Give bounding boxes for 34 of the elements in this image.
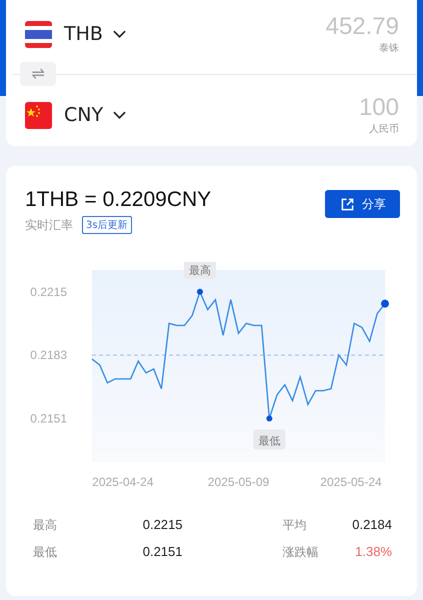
x-axis-label: 2025-05-24 <box>320 475 382 489</box>
caret-icon <box>113 111 126 119</box>
share-button[interactable]: 分享 <box>325 190 400 218</box>
x-axis-label: 2025-04-24 <box>92 475 154 489</box>
currency-selector[interactable]: THB <box>64 23 126 45</box>
rate-caption: 实时汇率 <box>25 216 73 234</box>
low-label: 最低 <box>253 429 286 450</box>
stat-label: 平均 <box>282 517 306 534</box>
x-axis-label: 2025-05-09 <box>208 475 270 489</box>
stat-label: 最高 <box>33 517 57 534</box>
annotation: 最高 <box>188 264 211 277</box>
star-flag-icon <box>25 102 52 128</box>
exchange-rate: 1THB = 0.2209CNY <box>25 188 212 212</box>
low-point <box>266 415 272 422</box>
y-axis-label: 0.2151 <box>30 411 67 426</box>
y-axis-label: 0.2183 <box>30 348 67 362</box>
striped-flag-icon <box>25 20 52 48</box>
high-label: 最高 <box>184 262 216 279</box>
caret-icon <box>112 30 126 38</box>
stat-value: 0.2184 <box>352 517 392 534</box>
stat-value: 1.38% <box>355 544 392 561</box>
currency-name: 人民币 <box>369 122 399 136</box>
update-badge: 3s后更新 <box>82 216 132 234</box>
annotation: 最低 <box>258 434 280 448</box>
y-axis-label: 0.2215 <box>30 284 67 299</box>
high-point <box>196 288 203 295</box>
current-point <box>381 300 389 308</box>
currency-name: 泰铢 <box>379 42 399 55</box>
currency-selector[interactable]: CNY <box>64 104 126 126</box>
stat-value: 0.2215 <box>142 517 182 534</box>
stat-value: 0.2151 <box>142 544 182 561</box>
stat-label: 最低 <box>33 544 57 561</box>
share-icon <box>341 198 354 210</box>
stat-label: 涨跌幅 <box>282 544 318 561</box>
